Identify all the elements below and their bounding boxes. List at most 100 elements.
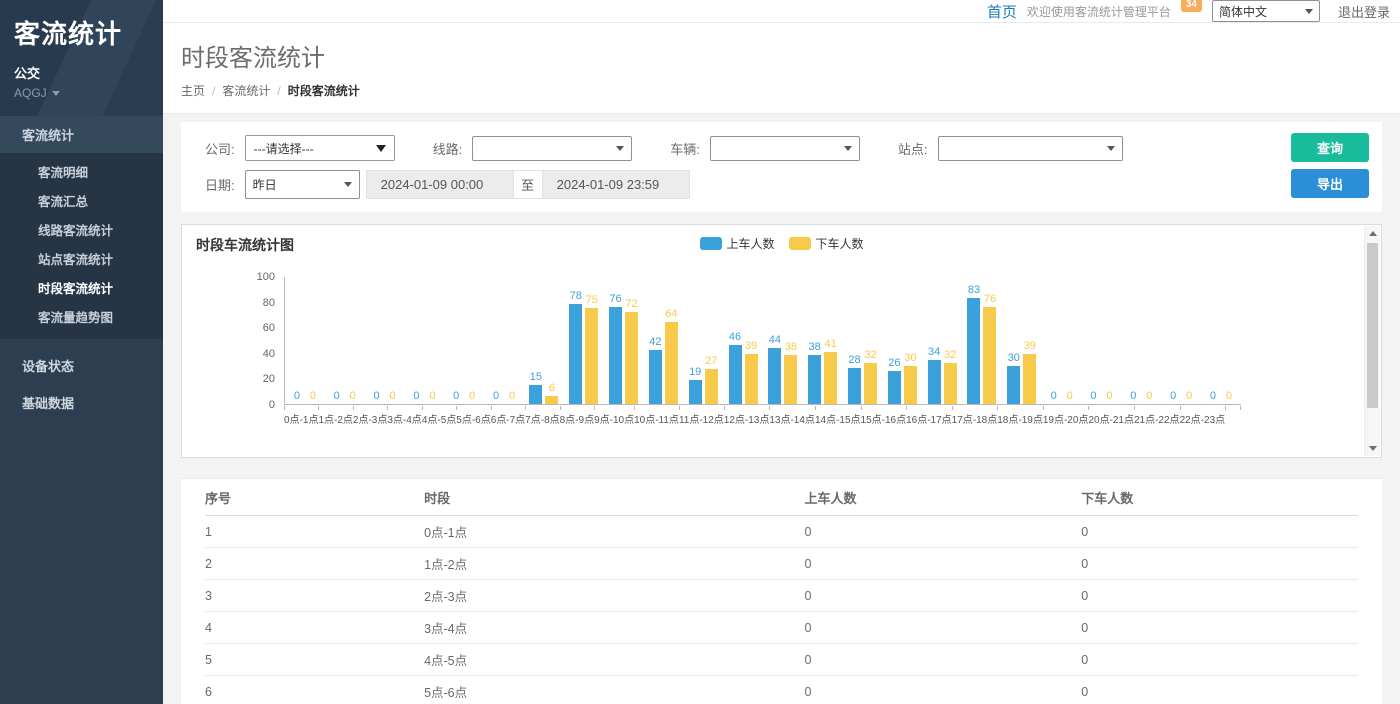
table-row: 65点-6点00 (205, 676, 1358, 704)
table-cell: 0 (805, 612, 1082, 644)
bar-group: 00 (365, 276, 405, 404)
breadcrumb-parent[interactable]: 客流统计 (222, 82, 270, 99)
page-title: 时段客流统计 (181, 38, 1400, 73)
sidebar-subitem-flow-detail[interactable]: 客流明细 (0, 157, 163, 186)
bar-value-label: 32 (864, 349, 876, 362)
bar-column: 0 (306, 276, 319, 404)
bar-value-label: 39 (1024, 340, 1036, 353)
legend-item-下车人数[interactable]: 下车人数 (789, 235, 864, 252)
bar-value-label: 0 (334, 390, 340, 403)
sidebar-item-device-status[interactable]: 设备状态 (0, 347, 163, 384)
page-content: 公司: ---请选择--- 线路: 车辆: (163, 114, 1400, 704)
company-select[interactable]: ---请选择--- (245, 135, 395, 161)
table-cell: 5 (205, 644, 424, 676)
home-link[interactable]: 首页 (987, 1, 1017, 22)
app-title: 客流统计 (14, 14, 149, 51)
bar-value-label: 0 (493, 390, 499, 403)
bar-value-label: 0 (1090, 390, 1096, 403)
bar-group: 00 (404, 276, 444, 404)
bar-column: 15 (529, 276, 542, 404)
sidebar-nav: 客流统计客流明细客流汇总线路客流统计站点客流统计时段客流统计客流量趋势图设备状态… (0, 116, 163, 421)
x-tick-label: 4点-5点 (422, 406, 456, 426)
bar-group: 00 (1161, 276, 1201, 404)
legend-label: 上车人数 (726, 235, 774, 252)
table-header-row: 序号时段上车人数下车人数 (205, 479, 1358, 516)
x-tick-label: 16点-17点 (906, 406, 952, 426)
select-arrow-icon (376, 145, 386, 152)
x-tick-label: 20点-21点 (1088, 406, 1134, 426)
bar-group: 7875 (564, 276, 604, 404)
sidebar-subitem-flow-trend-chart[interactable]: 客流量趋势图 (0, 302, 163, 331)
line-select[interactable] (472, 136, 632, 161)
bar-value-label: 0 (1170, 390, 1176, 403)
sidebar-item-base-data[interactable]: 基础数据 (0, 384, 163, 421)
select-arrow-icon (844, 146, 852, 151)
chart-scrollbar[interactable] (1364, 226, 1380, 456)
vehicle-select[interactable] (710, 136, 860, 161)
bar (609, 307, 622, 404)
company-select-value: ---请选择--- (254, 140, 314, 157)
station-select[interactable] (938, 136, 1123, 161)
bar-column: 76 (983, 276, 996, 404)
notification-badge: 34 (1181, 0, 1202, 12)
date-preset-select[interactable]: 昨日 (245, 170, 360, 199)
bar (888, 371, 901, 404)
bar-value-label: 83 (968, 284, 980, 297)
x-tick-label: 3点-4点 (387, 406, 421, 426)
table-cell: 0 (805, 548, 1082, 580)
breadcrumb-home[interactable]: 主页 (181, 82, 205, 99)
y-tick-label: 20 (263, 373, 275, 385)
date-end-input[interactable]: 2024-01-09 23:59 (542, 170, 690, 199)
bar (729, 345, 742, 404)
bar-column: 0 (490, 276, 503, 404)
bar-column: 64 (665, 276, 678, 404)
x-tick-label: 15点-16点 (861, 406, 907, 426)
export-button[interactable]: 导出 (1291, 169, 1369, 198)
bar-column: 42 (649, 276, 662, 404)
x-tick-label: 9点-10点 (594, 406, 634, 426)
bar-group: 4264 (643, 276, 683, 404)
y-tick-label: 100 (257, 271, 275, 283)
bar-value-label: 0 (390, 390, 396, 403)
legend-item-上车人数[interactable]: 上车人数 (699, 235, 774, 252)
bar-column: 0 (330, 276, 343, 404)
filter-row-2: 日期: 昨日 2024-01-09 00:00 至 2024-01-09 23:… (205, 170, 1366, 198)
bar-group: 7672 (604, 276, 644, 404)
date-range-to-label: 至 (514, 170, 542, 199)
sidebar-item-passenger-stats[interactable]: 客流统计 (0, 116, 163, 153)
sidebar-subitem-period-flow-stats[interactable]: 时段客流统计 (0, 273, 163, 302)
sidebar-subitem-line-flow-stats[interactable]: 线路客流统计 (0, 215, 163, 244)
x-tick-label: 17点-18点 (952, 406, 998, 426)
bar-value-label: 78 (570, 290, 582, 303)
bar-group: 00 (1082, 276, 1122, 404)
org-code-dropdown[interactable]: AQGJ (14, 86, 149, 100)
bar-column: 0 (1167, 276, 1180, 404)
bar-column: 0 (1063, 276, 1076, 404)
data-table-panel: 序号时段上车人数下车人数 10点-1点0021点-2点0032点-3点0043点… (181, 478, 1382, 704)
bar-value-label: 0 (1186, 390, 1192, 403)
logout-link[interactable]: 退出登录 (1338, 2, 1390, 21)
bar-value-label: 72 (625, 298, 637, 311)
bar (864, 363, 877, 404)
query-button[interactable]: 查询 (1291, 133, 1369, 162)
language-select[interactable]: 简体中文 (1212, 0, 1320, 22)
scroll-up-icon[interactable] (1365, 226, 1381, 241)
date-start-input[interactable]: 2024-01-09 00:00 (366, 170, 514, 199)
bar-column: 0 (346, 276, 359, 404)
chart-panel: 时段车流统计图 上车人数下车人数 020406080100 0000000000… (181, 224, 1382, 458)
y-tick-label: 60 (263, 322, 275, 334)
table-cell: 0 (805, 580, 1082, 612)
scroll-down-icon[interactable] (1365, 441, 1381, 456)
bar (745, 354, 758, 404)
bar-column: 0 (426, 276, 439, 404)
sidebar-subitem-station-flow-stats[interactable]: 站点客流统计 (0, 244, 163, 273)
bar-value-label: 0 (413, 390, 419, 403)
scrollbar-thumb[interactable] (1367, 243, 1378, 408)
filter-panel: 公司: ---请选择--- 线路: 车辆: (181, 122, 1382, 212)
bar-value-label: 38 (785, 341, 797, 354)
bar-column: 78 (569, 276, 582, 404)
table-header-cell: 时段 (424, 479, 804, 516)
sidebar-subitem-flow-summary[interactable]: 客流汇总 (0, 186, 163, 215)
table-cell: 0 (805, 516, 1082, 548)
bar-column: 46 (729, 276, 742, 404)
